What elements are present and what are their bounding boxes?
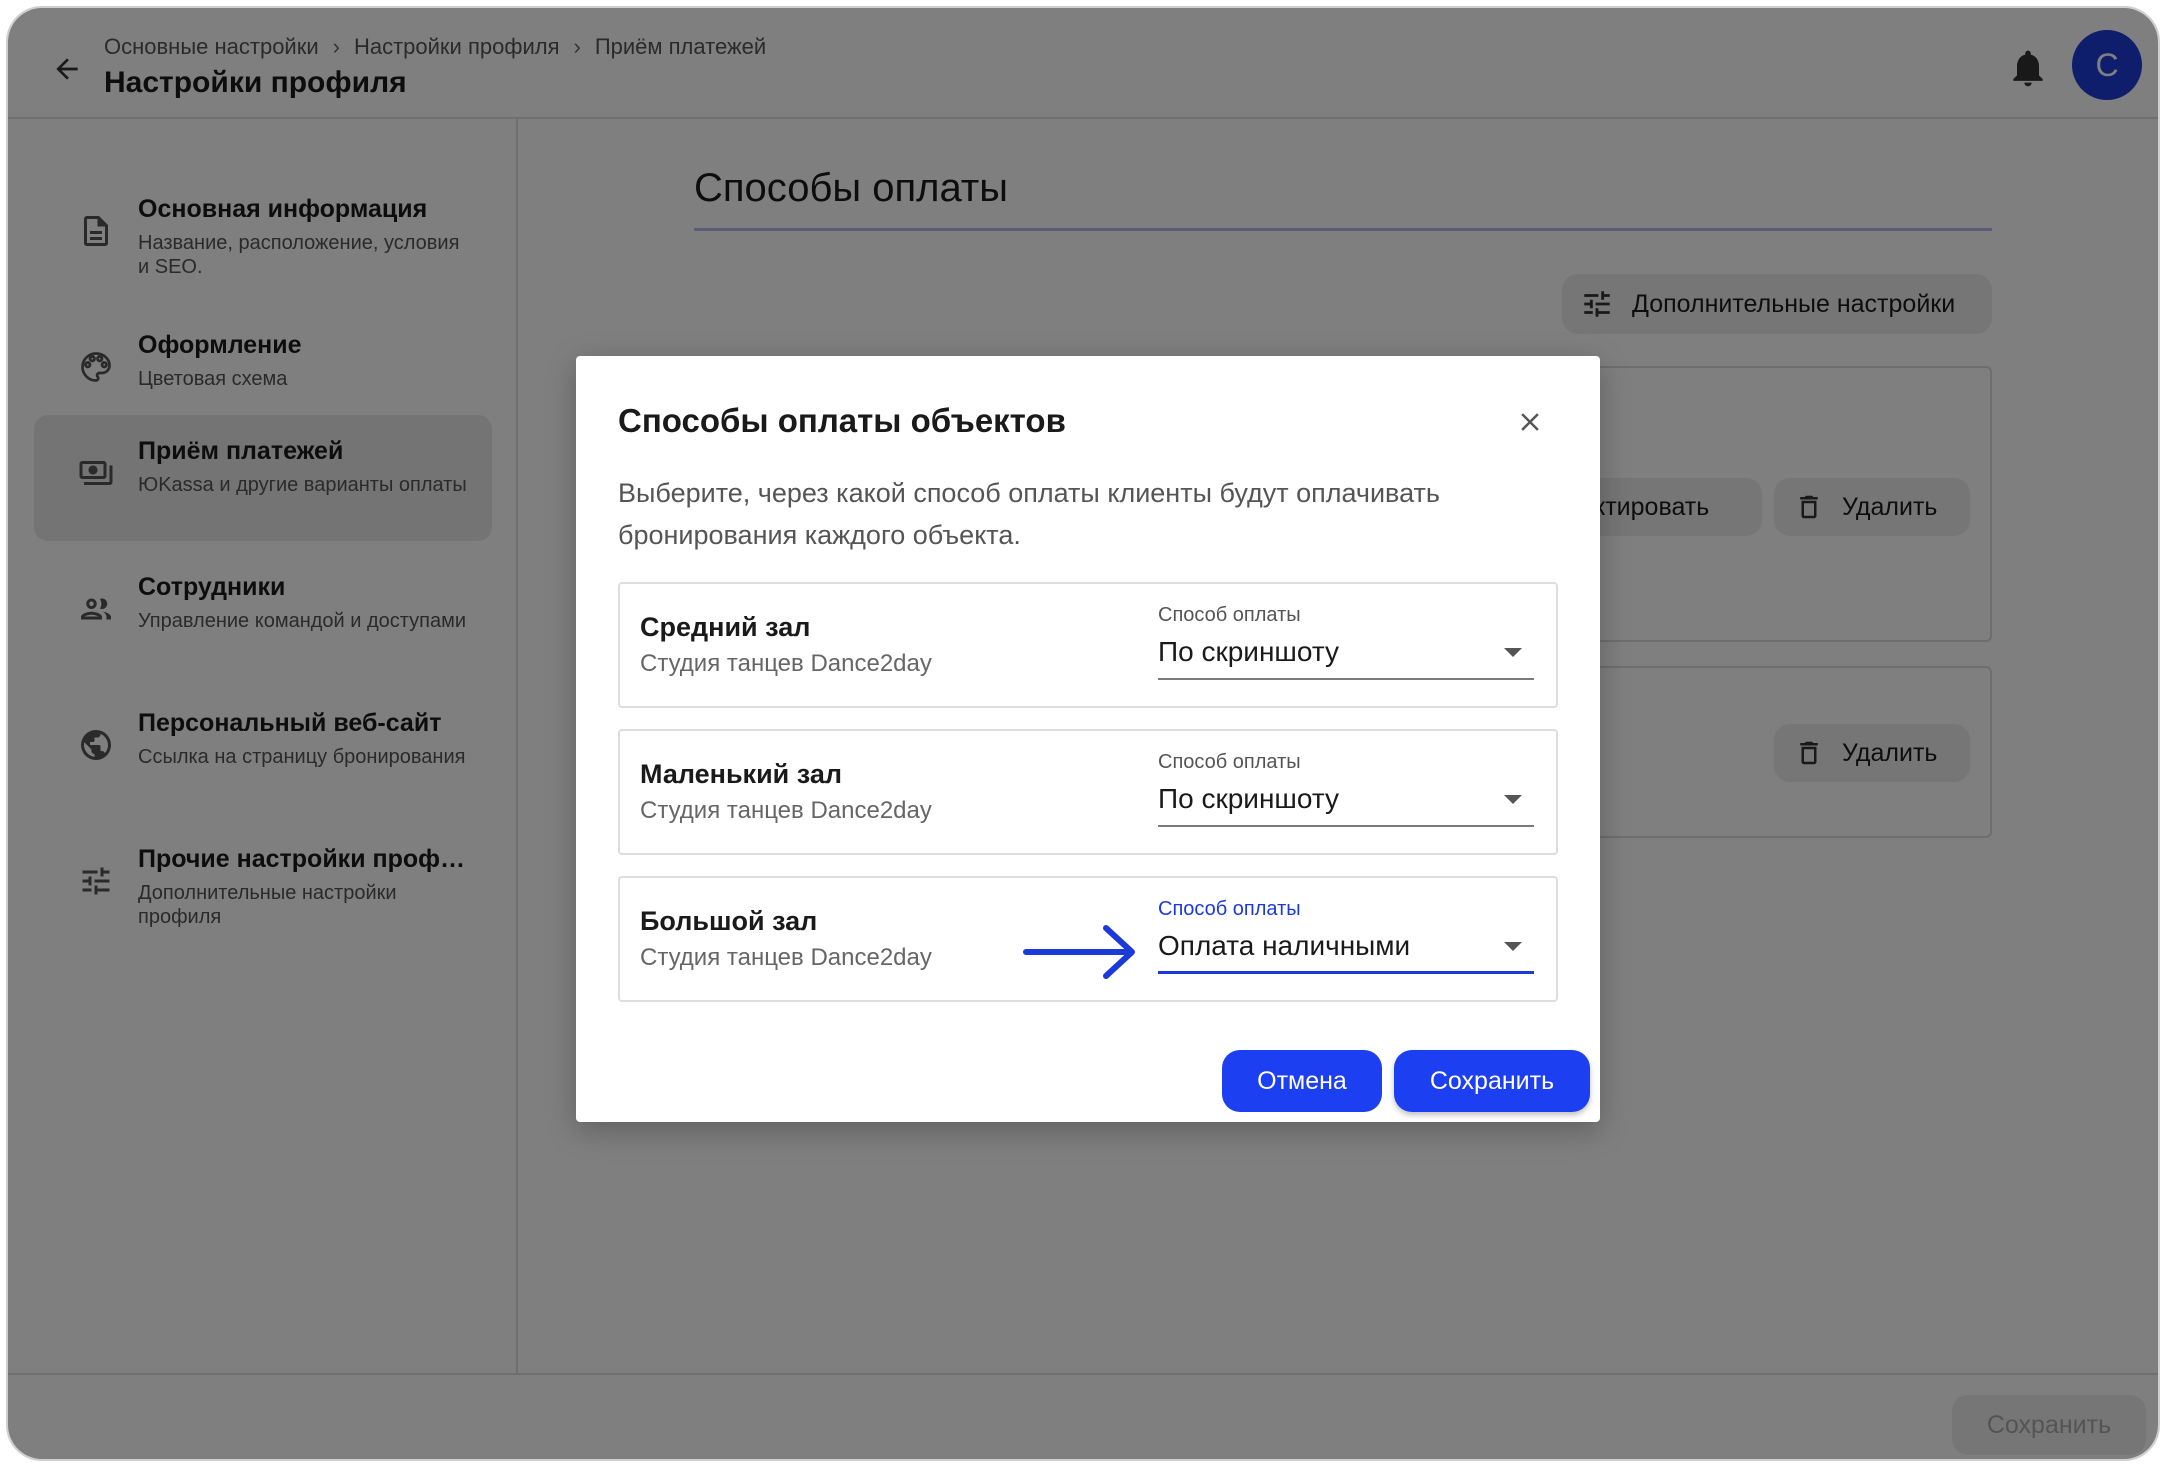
payment-method-select[interactable]: По скриншоту — [1158, 630, 1534, 680]
object-row-small-hall: Маленький зал Студия танцев Dance2day Сп… — [618, 729, 1558, 855]
close-icon — [1521, 413, 1539, 431]
object-studio: Студия танцев Dance2day — [640, 650, 932, 677]
payment-method-value: По скриншоту — [1158, 783, 1339, 814]
payment-method-label: Способ оплаты — [1158, 604, 1301, 626]
payment-method-label: Способ оплаты — [1158, 751, 1301, 773]
object-row-medium-hall: Средний зал Студия танцев Dance2day Спос… — [618, 582, 1558, 708]
payment-method-select[interactable]: По скриншоту — [1158, 777, 1534, 827]
dialog-title: Способы оплаты объектов — [618, 402, 1066, 439]
cancel-button[interactable]: Отмена — [1222, 1050, 1382, 1112]
dialog-description: Выберите, через какой способ оплаты клие… — [618, 478, 1440, 550]
object-studio: Студия танцев Dance2day — [640, 797, 932, 824]
object-name: Средний зал — [640, 612, 811, 642]
object-name: Маленький зал — [640, 759, 842, 789]
payment-methods-dialog: Способы оплаты объектов Выберите, через … — [576, 356, 1600, 1122]
payment-method-label: Способ оплаты — [1158, 898, 1301, 920]
object-row-large-hall: Большой зал Студия танцев Dance2day Спос… — [618, 876, 1558, 1002]
close-button[interactable] — [1506, 398, 1554, 446]
app-window: Основные настройки › Настройки профиля ›… — [6, 6, 2160, 1461]
arrow-right-icon — [1023, 925, 1135, 979]
object-name: Большой зал — [640, 906, 818, 936]
payment-method-select[interactable]: Оплата наличными — [1158, 924, 1534, 974]
caret-down-icon — [1504, 942, 1522, 951]
payment-method-value: Оплата наличными — [1158, 930, 1411, 961]
caret-down-icon — [1504, 795, 1522, 804]
payment-method-value: По скриншоту — [1158, 636, 1339, 667]
object-studio: Студия танцев Dance2day — [640, 944, 932, 971]
caret-down-icon — [1504, 648, 1522, 657]
save-button[interactable]: Сохранить — [1394, 1050, 1590, 1112]
